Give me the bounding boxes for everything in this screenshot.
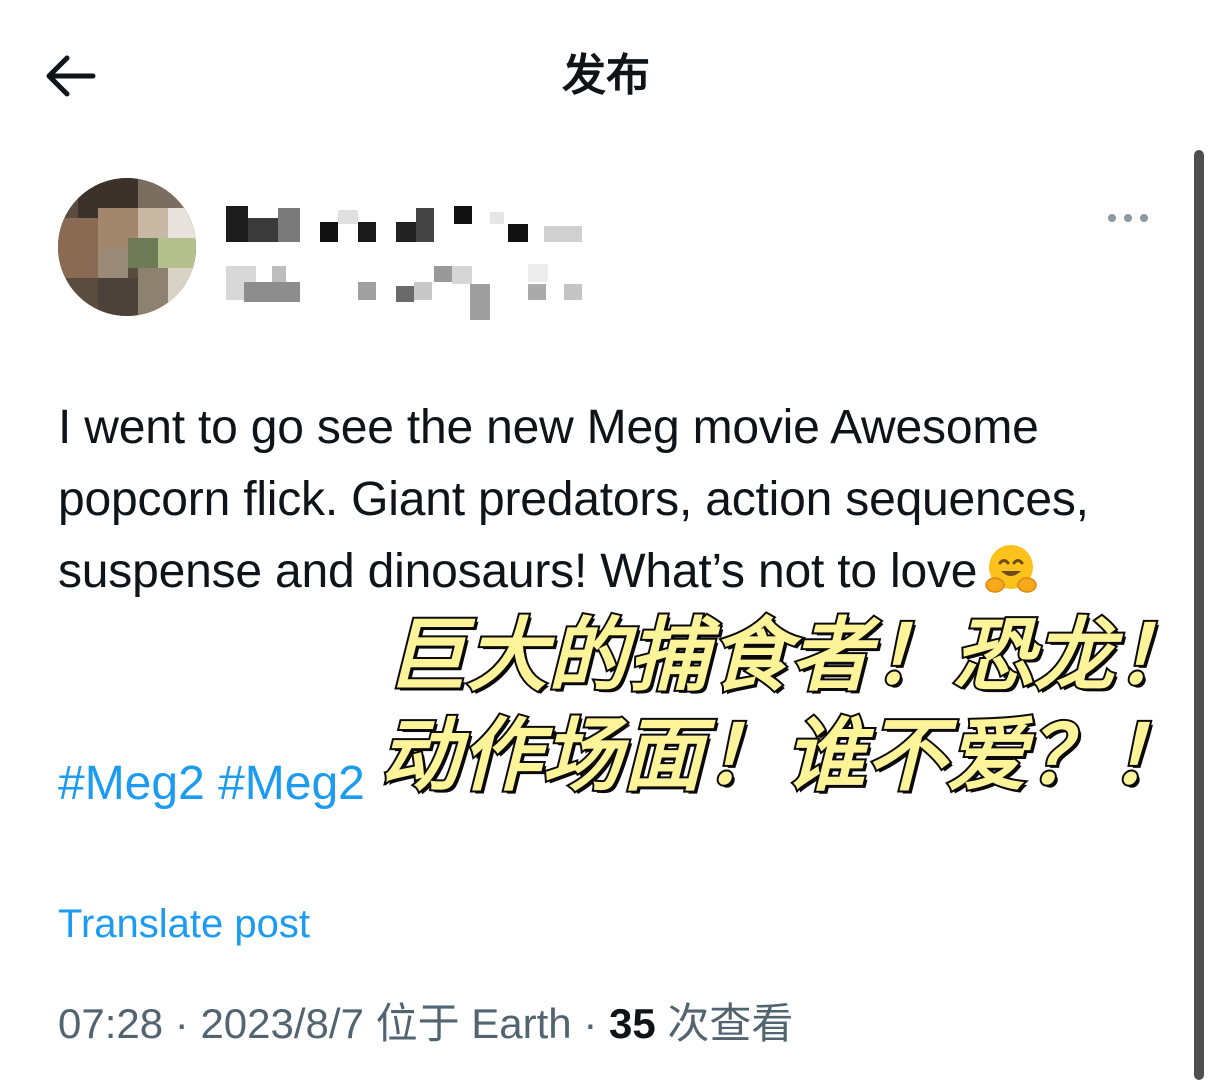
post-location: 位于 Earth <box>363 1000 572 1047</box>
hashtag-link[interactable]: #Meg2 <box>58 757 205 810</box>
views-label: 次查看 <box>655 1000 794 1047</box>
post-detail-screen: 发布 I went to go see the new Meg movie Aw… <box>0 0 1212 1080</box>
translate-post-link[interactable]: Translate post <box>58 898 310 950</box>
page-title: 发布 <box>562 50 650 101</box>
caption-line-2: 动作场面！谁不爱？！ <box>378 707 1191 804</box>
caption-line-1: 巨大的捕食者！恐龙！ <box>384 607 1197 704</box>
author-name-obscured[interactable] <box>222 198 602 324</box>
meta-separator: · <box>163 1000 201 1047</box>
hashtag-list: #Meg2 #Meg2 <box>58 752 365 816</box>
more-horizontal-icon <box>1108 214 1148 222</box>
post-meta: 07:28 · 2023/8/7 位于 Earth · 35 次查看 <box>58 996 793 1052</box>
post-date: 2023/8/7 <box>200 1000 364 1047</box>
avatar[interactable] <box>58 178 196 316</box>
top-bar: 发布 <box>0 0 1212 150</box>
post-text: I went to go see the new Meg movie Aweso… <box>58 401 1089 598</box>
more-options-button[interactable] <box>1100 200 1156 236</box>
post-time: 07:28 <box>58 1000 164 1047</box>
post-body: I went to go see the new Meg movie Aweso… <box>58 392 1158 608</box>
hashtag-link[interactable]: #Meg2 <box>218 757 365 810</box>
view-count[interactable]: 35 <box>609 1000 656 1047</box>
meta-separator: · <box>571 1000 609 1047</box>
hugging-face-emoji <box>985 545 1038 593</box>
